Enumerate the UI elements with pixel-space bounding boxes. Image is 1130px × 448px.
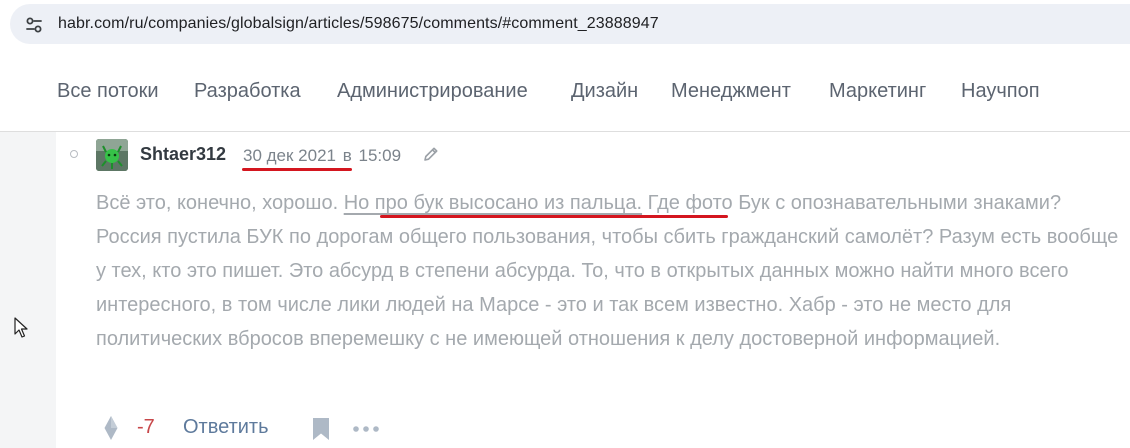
nav-item-all-streams[interactable]: Все потоки [57,80,159,103]
comment-date[interactable]: 30 дек 2021 [243,146,336,165]
reply-button[interactable]: Ответить [183,416,269,439]
comment-text-highlight: Но про бук высосано из пальца. [343,192,643,214]
url-text[interactable]: habr.com/ru/companies/globalsign/article… [58,15,659,33]
thread-marker [70,150,78,158]
avatar[interactable] [96,139,128,171]
left-gutter [0,132,56,448]
more-icon[interactable] [352,425,380,433]
comment-timestamp[interactable]: 30 дек 2021 в 15:09 [243,146,401,166]
vote-icon[interactable] [102,415,120,441]
url-field[interactable]: habr.com/ru/companies/globalsign/article… [10,4,1130,44]
nav-item-marketing[interactable]: Маркетинг [829,80,926,103]
bookmark-icon[interactable] [312,417,330,441]
nav-item-design[interactable]: Дизайн [571,80,638,103]
hub-navigation: Все потоки Разработка Администрирование … [0,50,1130,132]
nav-item-popsci[interactable]: Научпоп [961,80,1040,103]
nav-item-development[interactable]: Разработка [194,80,301,103]
edit-pencil-icon [424,147,438,161]
comment-time[interactable]: 15:09 [359,146,402,165]
comment-body: Всё это, конечно, хорошо. Но про бук выс… [96,186,1126,356]
comment-text-suffix: Где фото Бук с опознавательными знаками?… [96,192,1119,350]
comment-text-prefix: Всё это, конечно, хорошо. [96,192,344,214]
date-annotation-underline [242,168,352,171]
comment-time-separator: в [342,146,352,165]
tune-icon[interactable] [24,15,44,35]
nav-item-management[interactable]: Менеджмент [671,80,791,103]
comment-score: -7 [137,416,155,438]
comment-author[interactable]: Shtaer312 [140,144,226,165]
nav-item-administration[interactable]: Администрирование [337,80,528,103]
address-bar: habr.com/ru/companies/globalsign/article… [0,0,1130,50]
mouse-cursor-icon [14,317,28,338]
